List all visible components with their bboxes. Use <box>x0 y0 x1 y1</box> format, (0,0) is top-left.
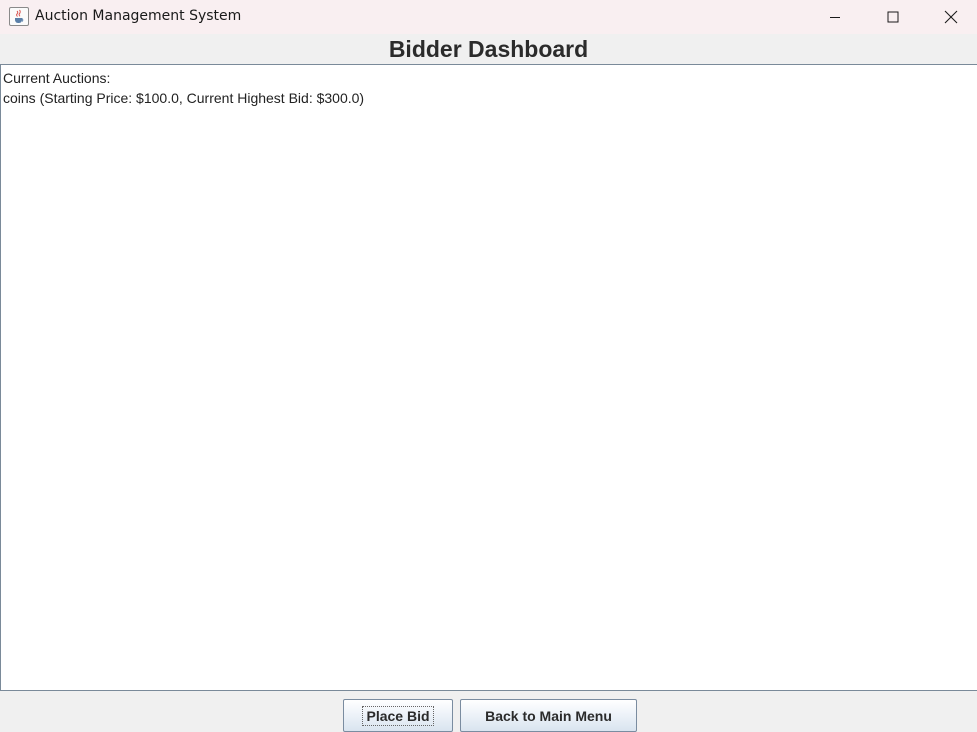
place-bid-button[interactable]: Place Bid <box>343 699 453 732</box>
back-to-main-menu-label: Back to Main Menu <box>485 707 612 724</box>
title-bar[interactable]: Auction Management System <box>0 0 977 34</box>
minimize-icon <box>830 17 840 18</box>
java-coffee-cup-icon[interactable] <box>9 7 29 26</box>
auction-item-line: coins (Starting Price: $100.0, Current H… <box>3 90 365 106</box>
auctions-heading-line: Current Auctions: <box>3 70 111 86</box>
maximize-icon <box>887 11 899 23</box>
window-title: Auction Management System <box>35 8 242 24</box>
auctions-text-area[interactable]: Current Auctions: coins (Starting Price:… <box>0 64 977 691</box>
maximize-button[interactable] <box>864 0 922 34</box>
place-bid-label: Place Bid <box>362 705 434 726</box>
close-button[interactable] <box>922 0 977 34</box>
close-icon <box>944 10 958 24</box>
minimize-button[interactable] <box>806 0 864 34</box>
dashboard-title: Bidder Dashboard <box>388 36 589 62</box>
back-to-main-menu-button[interactable]: Back to Main Menu <box>460 699 637 732</box>
